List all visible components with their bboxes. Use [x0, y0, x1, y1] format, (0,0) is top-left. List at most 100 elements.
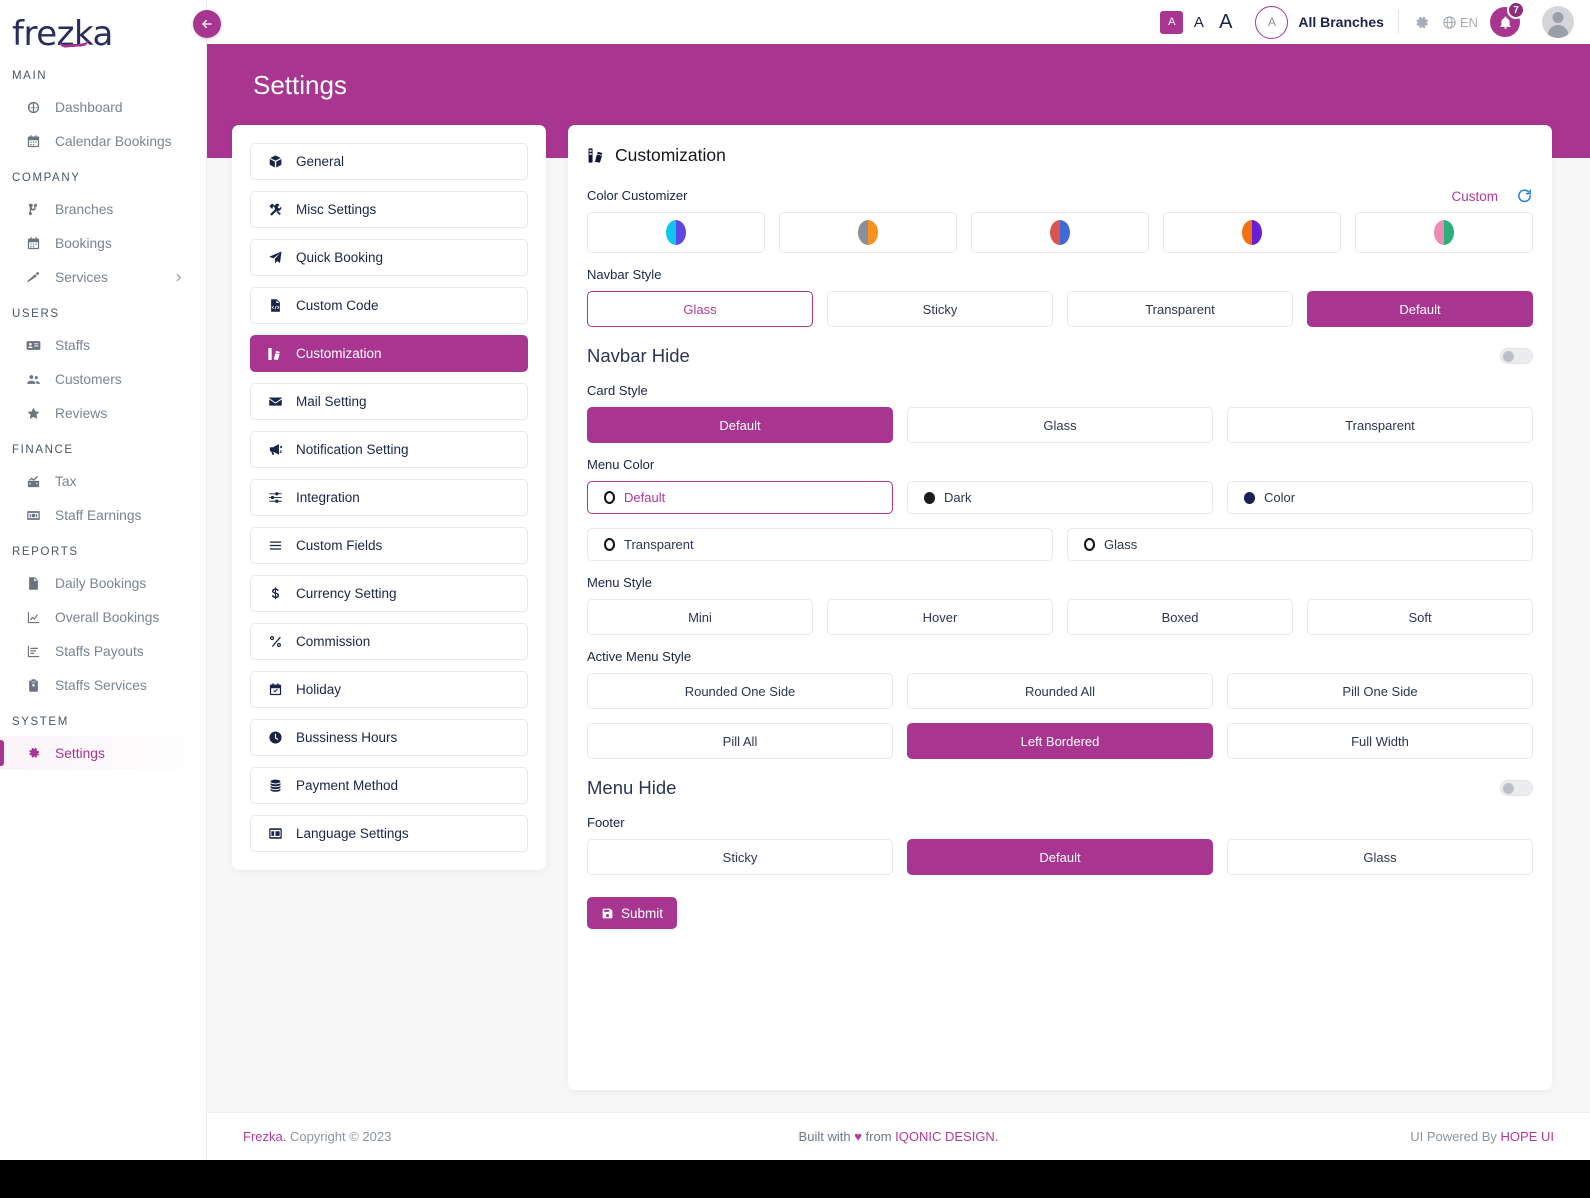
menu-color-label-text: Color [1264, 490, 1296, 505]
footer-style-option-default[interactable]: Default [907, 839, 1213, 875]
app-root: frezka MAIN Dashboard Calendar Bookings COM… [0, 0, 1590, 1160]
sidebar-item-branches[interactable]: Branches [0, 192, 206, 226]
menu-style-option-soft[interactable]: Soft [1307, 599, 1533, 635]
menu-style-option-mini[interactable]: Mini [587, 599, 813, 635]
sidebar-item-label: Staff Earnings [55, 507, 142, 523]
avatar[interactable] [1542, 6, 1574, 38]
branch-selector[interactable]: A All Branches [1255, 5, 1384, 39]
language-switcher[interactable]: EN [1442, 15, 1478, 30]
menu-style-label: Menu Style [587, 575, 653, 590]
navbar-hide-row: Navbar Hide [587, 327, 1533, 383]
footer-style-option-glass[interactable]: Glass [1227, 839, 1533, 875]
gear-icon[interactable] [1413, 14, 1430, 31]
card-style-option-glass[interactable]: Glass [907, 407, 1213, 443]
sidebar-item-staffs-services[interactable]: Staffs Services [0, 668, 206, 702]
active-menu-style-option-full-width[interactable]: Full Width [1227, 723, 1533, 759]
sidebar-item-calendar-bookings[interactable]: Calendar Bookings [0, 124, 206, 158]
box-icon [266, 154, 284, 169]
settings-tab-integration[interactable]: Integration [250, 479, 528, 516]
navbar-style-option-transparent[interactable]: Transparent [1067, 291, 1293, 327]
menu-color-option-dark[interactable]: Dark [907, 481, 1213, 514]
menu-color-option-transparent[interactable]: Transparent [587, 528, 1053, 561]
sidebar-item-staff-earnings[interactable]: Staff Earnings [0, 498, 206, 532]
sidebar-item-bookings[interactable]: Bookings [0, 226, 206, 260]
sidebar-item-settings[interactable]: Settings [0, 736, 206, 770]
menu-color-option-color[interactable]: Color [1227, 481, 1533, 514]
settings-tab-commission[interactable]: Commission [250, 623, 528, 660]
sidebar-item-customers[interactable]: Customers [0, 362, 206, 396]
notifications[interactable]: 7 [1490, 1, 1525, 37]
active-menu-style-option-pill-all[interactable]: Pill All [587, 723, 893, 759]
refresh-icon[interactable] [1516, 188, 1533, 205]
navbar-style-option-sticky[interactable]: Sticky [827, 291, 1053, 327]
settings-tab-label: General [296, 154, 345, 169]
menu-hide-toggle[interactable] [1500, 780, 1533, 796]
settings-tab-notification-setting[interactable]: Notification Setting [250, 431, 528, 468]
money-icon [22, 508, 44, 523]
settings-tab-customization[interactable]: Customization [250, 335, 528, 372]
chevron-right-icon[interactable] [173, 272, 184, 283]
color-swatch-3[interactable] [971, 212, 1149, 253]
settings-tab-custom-code[interactable]: Custom Code [250, 287, 528, 324]
menu-style-option-boxed[interactable]: Boxed [1067, 599, 1293, 635]
settings-tab-payment-method[interactable]: Payment Method [250, 767, 528, 804]
submit-button[interactable]: Submit [587, 897, 678, 929]
footer-style-option-sticky[interactable]: Sticky [587, 839, 893, 875]
navbar-style-option-default[interactable]: Default [1307, 291, 1533, 327]
sidebar-item-daily-bookings[interactable]: Daily Bookings [0, 566, 206, 600]
active-menu-style-option-rounded-one-side[interactable]: Rounded One Side [587, 673, 893, 709]
menu-color-option-glass[interactable]: Glass [1067, 528, 1533, 561]
font-size-large-button[interactable]: A [1214, 11, 1237, 34]
navbar-style-option-glass[interactable]: Glass [587, 291, 813, 327]
toggle-knob [1503, 782, 1514, 794]
font-size-switcher[interactable]: A A A [1160, 10, 1237, 34]
sidebar-item-services[interactable]: Services [0, 260, 206, 294]
footer-style-label: Footer [587, 815, 625, 830]
settings-tab-holiday[interactable]: Holiday [250, 671, 528, 708]
save-icon [601, 907, 614, 920]
back-arrow-icon[interactable] [193, 10, 221, 38]
color-customizer-header: Color Customizer Custom [587, 180, 1533, 212]
settings-tab-custom-fields[interactable]: Custom Fields [250, 527, 528, 564]
sidebar-item-reviews[interactable]: Reviews [0, 396, 206, 430]
menu-color-option-default[interactable]: Default [587, 481, 893, 514]
sidebar-item-staffs-payouts[interactable]: Staffs Payouts [0, 634, 206, 668]
page-content: General Misc Settings Quick Booking Custom … [207, 44, 1590, 1160]
settings-tab-misc-settings[interactable]: Misc Settings [250, 191, 528, 228]
color-swatch-5[interactable] [1355, 212, 1533, 253]
sidebar-item-label: Overall Bookings [55, 609, 160, 625]
card-style-label: Card Style [587, 383, 648, 398]
active-menu-style-option-left-bordered[interactable]: Left Bordered [907, 723, 1213, 759]
color-swatch-4[interactable] [1163, 212, 1341, 253]
sidebar-item-dashboard[interactable]: Dashboard [0, 90, 206, 124]
sidebar-item-staffs[interactable]: Staffs [0, 328, 206, 362]
font-size-small-button[interactable]: A [1160, 10, 1184, 34]
active-menu-style-option-pill-one-side[interactable]: Pill One Side [1227, 673, 1533, 709]
settings-tab-mail-setting[interactable]: Mail Setting [250, 383, 528, 420]
settings-tab-language-settings[interactable]: Language Settings [250, 815, 528, 852]
color-swatch-1[interactable] [587, 212, 765, 253]
sidebar-item-label: Settings [55, 745, 105, 761]
active-menu-style-option-rounded-all[interactable]: Rounded All [907, 673, 1213, 709]
font-size-medium-button[interactable]: A [1187, 11, 1210, 34]
app-logo[interactable]: frezka [0, 0, 206, 56]
dashboard-icon [22, 100, 44, 115]
footer-brand[interactable]: Frezka. [243, 1129, 286, 1144]
settings-tab-bussiness-hours[interactable]: Bussiness Hours [250, 719, 528, 756]
card-style-option-transparent[interactable]: Transparent [1227, 407, 1533, 443]
custom-color-link[interactable]: Custom [1451, 189, 1498, 204]
sidebar-item-tax[interactable]: Tax [0, 464, 206, 498]
toggle-knob [1503, 350, 1514, 362]
iqonic-design-link[interactable]: IQONIC DESIGN. [895, 1129, 998, 1144]
menu-style-option-hover[interactable]: Hover [827, 599, 1053, 635]
hope-ui-link[interactable]: HOPE UI [1501, 1129, 1554, 1144]
swatch-circle-icon [858, 220, 878, 245]
color-swatch-2[interactable] [779, 212, 957, 253]
submit-label: Submit [621, 905, 664, 921]
settings-tab-currency-setting[interactable]: Currency Setting [250, 575, 528, 612]
settings-tab-quick-booking[interactable]: Quick Booking [250, 239, 528, 276]
settings-tab-general[interactable]: General [250, 143, 528, 180]
card-style-option-default[interactable]: Default [587, 407, 893, 443]
sidebar-item-overall-bookings[interactable]: Overall Bookings [0, 600, 206, 634]
navbar-hide-toggle[interactable] [1500, 348, 1533, 364]
